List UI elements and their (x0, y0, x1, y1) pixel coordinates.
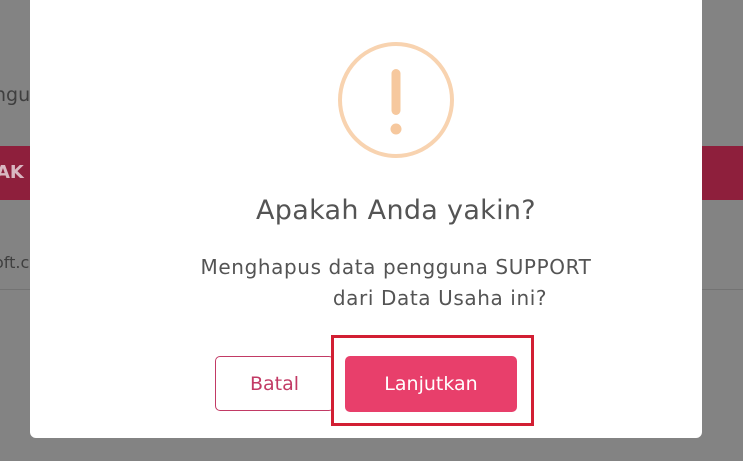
dialog-message-line-1: Menghapus data pengguna SUPPORT (200, 255, 592, 279)
dialog-title: Apakah Anda yakin? (256, 195, 536, 226)
background-header-text: AK (0, 162, 24, 183)
background-row-text: oft.c (0, 253, 30, 272)
exclamation-warning-icon (338, 42, 454, 158)
background-page-text: ngu (0, 84, 31, 106)
dialog-message-line-2: dari Data Usaha ini? (332, 286, 548, 310)
cancel-button[interactable]: Batal (215, 356, 334, 411)
confirm-button[interactable]: Lanjutkan (345, 356, 517, 412)
screen: ngu AK oft.c Apakah Anda yakin? Menghapu… (0, 0, 743, 461)
